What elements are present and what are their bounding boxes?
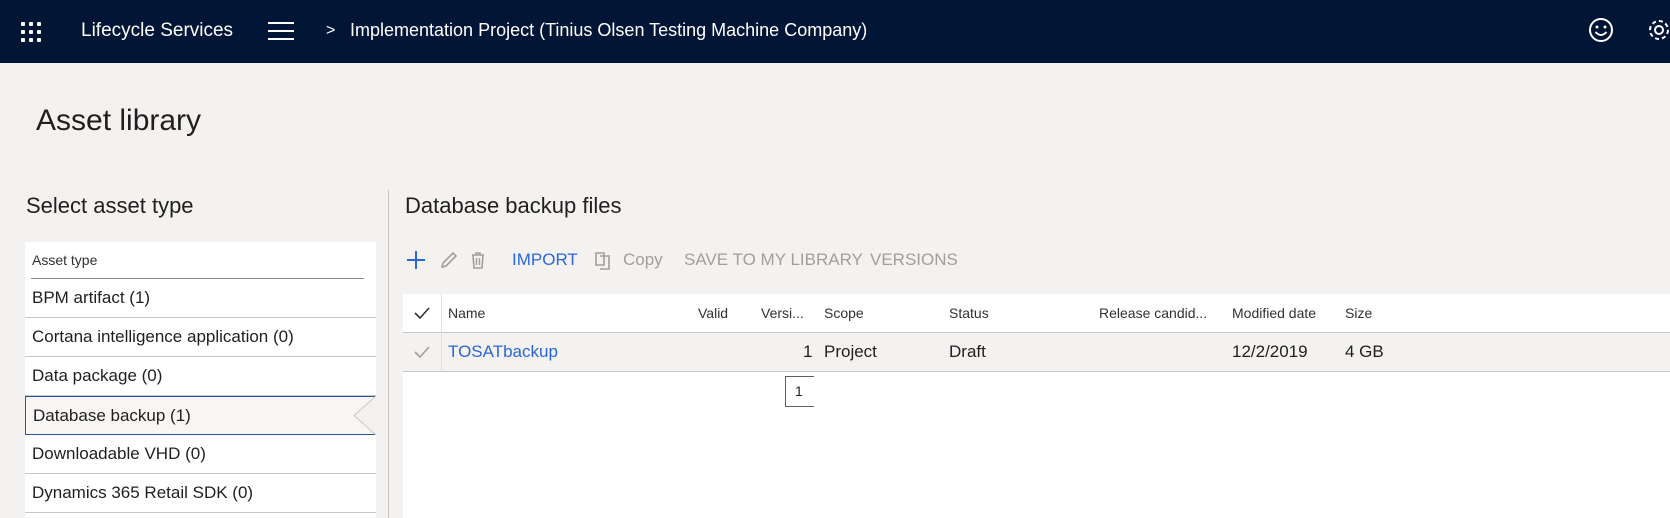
file-name-link[interactable]: TOSATbackup [448, 342, 558, 362]
page-title: Asset library [36, 104, 202, 137]
save-to-library-button[interactable]: SAVE TO MY LIBRARY [684, 250, 863, 270]
page-number[interactable]: 1 [785, 376, 814, 407]
copy-icon[interactable] [592, 249, 614, 271]
pane-divider [388, 190, 389, 518]
hamburger-icon[interactable] [268, 22, 294, 40]
cell-scope: Project [824, 342, 877, 361]
table-row[interactable]: TOSATbackup 1 Project Draft 12/2/2019 4 … [403, 333, 1670, 372]
smiley-icon[interactable] [1588, 17, 1614, 43]
asset-type-item[interactable]: Downloadable VHD (0) [25, 435, 376, 474]
asset-type-item[interactable]: Cortana intelligence application (0) [25, 318, 376, 357]
files-heading: Database backup files [405, 193, 622, 218]
breadcrumb-project-title[interactable]: Implementation Project (Tinius Olsen Tes… [350, 20, 867, 41]
asset-type-item-selected[interactable]: Database backup (1) [25, 396, 376, 435]
breadcrumb-separator: > [326, 22, 336, 39]
cell-modified-date: 12/2/2019 [1232, 342, 1308, 361]
check-column-divider [441, 294, 442, 372]
versions-button[interactable]: VERSIONS [870, 250, 958, 270]
asset-type-item[interactable]: Dynamics 365 Retail SDK (0) [25, 474, 376, 513]
asset-type-item[interactable]: Data package (0) [25, 357, 376, 396]
column-release-candidate[interactable]: Release candid... [1099, 305, 1207, 321]
import-button[interactable]: IMPORT [512, 250, 578, 270]
top-bar: Lifecycle Services > Implementation Proj… [0, 0, 1670, 63]
column-modified-date[interactable]: Modified date [1232, 305, 1316, 321]
asset-type-column-header[interactable]: Asset type [32, 252, 97, 268]
copy-button[interactable]: Copy [623, 250, 663, 270]
column-size[interactable]: Size [1345, 305, 1372, 321]
delete-icon[interactable] [467, 249, 489, 271]
column-name[interactable]: Name [448, 305, 485, 321]
edit-icon[interactable] [438, 249, 460, 271]
column-valid[interactable]: Valid [698, 305, 728, 321]
app-title[interactable]: Lifecycle Services [81, 20, 233, 42]
asset-type-heading: Select asset type [26, 193, 194, 218]
column-version[interactable]: Versi... [761, 305, 804, 321]
add-icon[interactable] [405, 249, 427, 271]
select-all-check-icon[interactable] [414, 306, 430, 320]
grid-header: Name Valid Versi... Scope Status Release… [403, 294, 1670, 333]
asset-type-item-label: Database backup (1) [33, 406, 191, 425]
cell-status: Draft [949, 342, 986, 361]
waffle-icon[interactable] [21, 22, 41, 42]
selection-arrow-icon [353, 396, 376, 435]
column-status[interactable]: Status [949, 305, 989, 321]
cell-size: 4 GB [1345, 342, 1384, 361]
files-toolbar: IMPORT Copy SAVE TO MY LIBRARY VERSIONS [405, 247, 1670, 275]
asset-type-item[interactable]: BPM artifact (1) [25, 279, 376, 318]
files-grid: Name Valid Versi... Scope Status Release… [403, 294, 1670, 518]
cell-version: 1 [803, 342, 813, 361]
column-scope[interactable]: Scope [824, 305, 864, 321]
row-check-icon[interactable] [414, 345, 430, 359]
gear-icon[interactable] [1646, 17, 1670, 43]
asset-type-list: Asset type BPM artifact (1) Cortana inte… [25, 242, 376, 518]
